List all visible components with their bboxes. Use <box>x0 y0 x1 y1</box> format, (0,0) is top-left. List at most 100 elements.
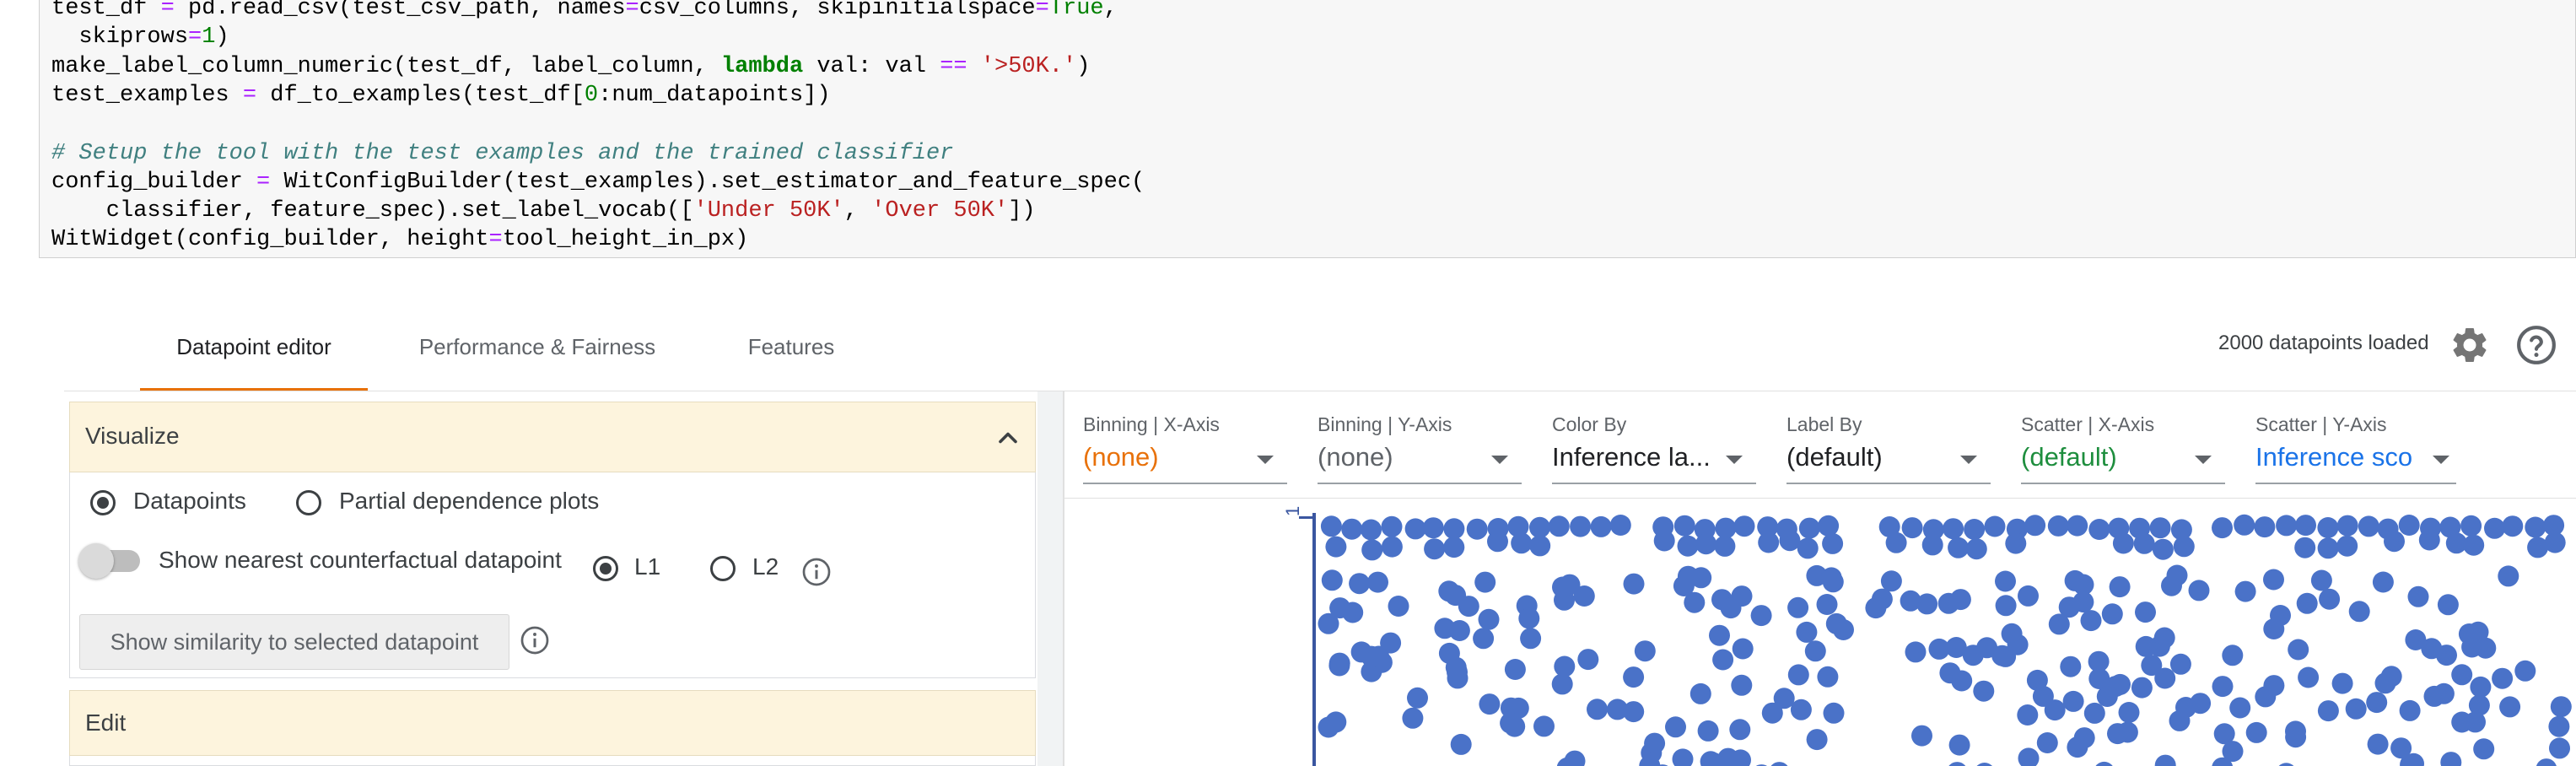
datapoint[interactable] <box>1466 518 1488 540</box>
datapoint[interactable] <box>2298 666 2320 688</box>
datapoint[interactable] <box>2254 516 2276 538</box>
datapoint[interactable] <box>1361 539 1383 561</box>
datapoint[interactable] <box>1948 734 1970 756</box>
datapoint[interactable] <box>1570 515 1592 537</box>
datapoint[interactable] <box>1937 592 1959 614</box>
datapoint[interactable] <box>2366 692 2388 714</box>
datapoint[interactable] <box>1388 596 1409 617</box>
datapoint[interactable] <box>2083 702 2105 724</box>
datapoint[interactable] <box>2437 594 2459 616</box>
dropdown-arrow-icon[interactable] <box>1491 456 1508 464</box>
scatter-plot[interactable] <box>1316 506 2576 766</box>
datapoint[interactable] <box>2166 564 2188 586</box>
datapoint[interactable] <box>1709 624 1730 646</box>
datapoint[interactable] <box>2458 623 2480 645</box>
datapoint[interactable] <box>1798 517 1820 539</box>
datapoint[interactable] <box>1905 641 1927 663</box>
datapoint[interactable] <box>2169 709 2191 731</box>
datapoint[interactable] <box>1758 531 1780 553</box>
datapoint[interactable] <box>1318 716 1339 738</box>
datapoint[interactable] <box>2288 639 2309 661</box>
datapoint[interactable] <box>1673 515 1695 537</box>
datapoint[interactable] <box>2536 758 2557 766</box>
datapoint[interactable] <box>1518 607 1540 629</box>
datapoint[interactable] <box>2222 645 2244 666</box>
datapoint[interactable] <box>2465 711 2486 733</box>
datapoint[interactable] <box>1443 537 1465 558</box>
datapoint[interactable] <box>1607 699 1628 720</box>
datapoint[interactable] <box>2451 664 2473 686</box>
datapoint[interactable] <box>2390 737 2412 759</box>
datapoint[interactable] <box>2296 592 2318 614</box>
datapoint[interactable] <box>2319 588 2341 610</box>
datapoint[interactable] <box>1921 534 1943 556</box>
dropdown-arrow-icon[interactable] <box>1726 456 1743 464</box>
datapoint[interactable] <box>2380 666 2402 688</box>
datapoint[interactable] <box>1634 640 1656 662</box>
control-select[interactable]: (default) <box>2021 442 2186 472</box>
control-select[interactable]: Inference sco <box>2255 442 2421 472</box>
datapoint[interactable] <box>1422 517 1444 539</box>
datapoint[interactable] <box>1712 649 1734 671</box>
datapoint[interactable] <box>1787 596 1809 618</box>
datapoint[interactable] <box>1797 537 1819 559</box>
pdp-radio[interactable] <box>296 490 321 515</box>
dropdown-arrow-icon[interactable] <box>2433 456 2449 464</box>
datapoint[interactable] <box>1342 601 1364 623</box>
datapoint[interactable] <box>2212 676 2234 698</box>
chevron-up-icon[interactable] <box>993 423 1023 453</box>
datapoint[interactable] <box>1533 715 1555 737</box>
datapoint[interactable] <box>1965 538 1987 560</box>
datapoint[interactable] <box>2096 686 2118 707</box>
help-circle-icon[interactable] <box>2515 324 2557 366</box>
datapoint[interactable] <box>2044 699 2066 721</box>
datapoint[interactable] <box>1577 649 1599 671</box>
datapoint[interactable] <box>1948 537 1970 558</box>
datapoint[interactable] <box>1407 687 1428 709</box>
datapoint[interactable] <box>1520 628 1542 650</box>
datapoint[interactable] <box>2263 675 2285 697</box>
datapoint[interactable] <box>1564 750 1586 766</box>
datapoint[interactable] <box>1806 729 1828 751</box>
datapoint[interactable] <box>2173 536 2195 558</box>
counterfactual-toggle-knob[interactable] <box>78 543 114 579</box>
datapoint[interactable] <box>2484 517 2505 539</box>
datapoint[interactable] <box>2460 515 2482 537</box>
datapoint[interactable] <box>1769 762 1790 766</box>
datapoint[interactable] <box>2407 585 2429 607</box>
datapoint[interactable] <box>2310 569 2332 591</box>
datapoint[interactable] <box>1695 533 1717 555</box>
control-select[interactable]: (default) <box>1786 442 1952 472</box>
datapoint[interactable] <box>1729 719 1751 741</box>
datapoint[interactable] <box>1731 674 1753 696</box>
datapoint[interactable] <box>2094 761 2115 766</box>
datapoint[interactable] <box>1911 725 1932 747</box>
datapoint[interactable] <box>2317 537 2339 559</box>
datapoint[interactable] <box>2135 601 2156 623</box>
datapoint[interactable] <box>1548 515 1570 537</box>
datapoint[interactable] <box>1885 531 1907 553</box>
datapoint[interactable] <box>1939 662 1961 684</box>
datapoint[interactable] <box>2018 747 2040 766</box>
datapoint[interactable] <box>1697 720 1719 742</box>
dropdown-arrow-icon[interactable] <box>2195 456 2212 464</box>
datapoint[interactable] <box>2514 660 2536 682</box>
datapoint[interactable] <box>2473 738 2495 760</box>
datapoint[interactable] <box>1750 605 1772 627</box>
datapoint[interactable] <box>1587 699 1608 720</box>
datapoint[interactable] <box>2358 515 2379 537</box>
datapoint[interactable] <box>1677 535 1699 557</box>
datapoint[interactable] <box>2088 519 2110 540</box>
datapoint[interactable] <box>1732 638 1754 660</box>
datapoint[interactable] <box>1529 516 1550 538</box>
datapoint[interactable] <box>1964 519 1986 540</box>
datapoint[interactable] <box>2024 515 2046 537</box>
datapoint[interactable] <box>1689 682 1711 704</box>
datapoint[interactable] <box>1623 573 1645 595</box>
datapoint[interactable] <box>2548 715 2570 737</box>
datapoint[interactable] <box>1973 680 1995 702</box>
control-select[interactable]: Inference la... <box>1552 442 1717 472</box>
datapoint[interactable] <box>2399 699 2421 721</box>
datapoint[interactable] <box>1820 567 1842 589</box>
datapoint[interactable] <box>1341 518 1363 540</box>
